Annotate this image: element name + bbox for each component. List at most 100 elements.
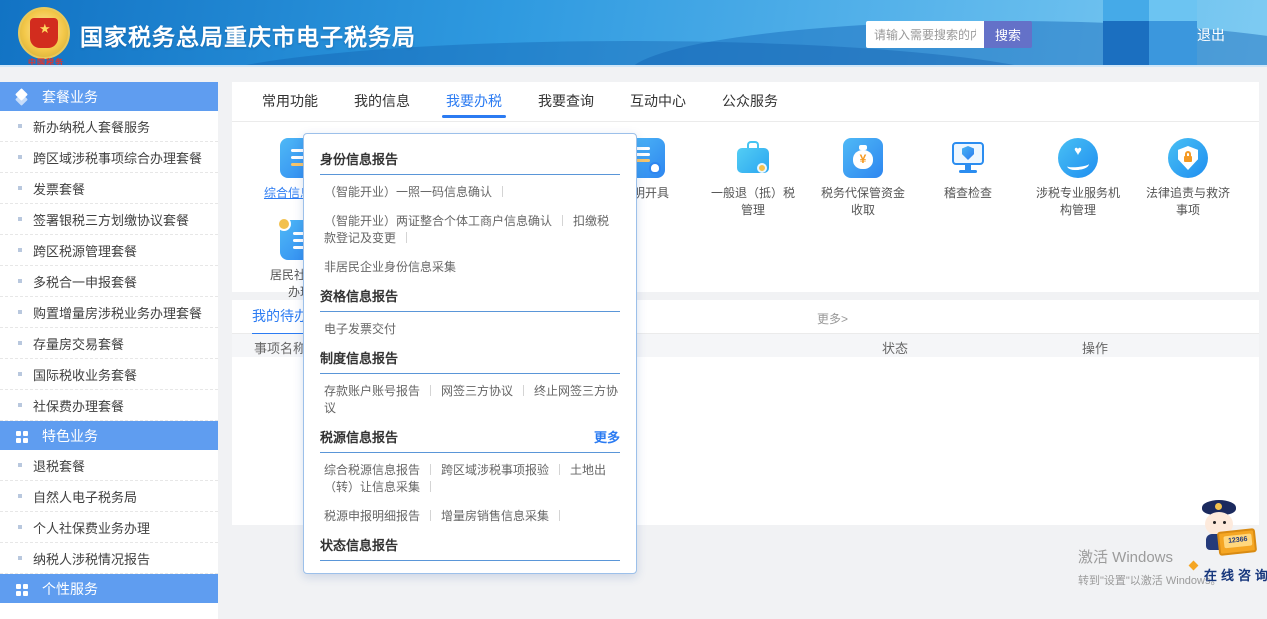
dropdown-item[interactable]: 电子发票交付 — [324, 322, 396, 336]
bullet-icon — [18, 279, 22, 283]
divider — [430, 510, 431, 521]
bullet-icon — [18, 124, 22, 128]
sidebar-item[interactable]: 国际税收业务套餐 — [0, 359, 218, 390]
grid-item-label: 一般退（抵）税 管理 — [698, 185, 808, 219]
bullet-icon — [18, 463, 22, 467]
grid-item-legal-liability-relief[interactable]: 法律追责与救济 事项 — [1133, 138, 1243, 219]
divider — [502, 186, 503, 197]
divider — [430, 464, 431, 475]
dropdown-section-title: 税源信息报告 — [320, 427, 398, 446]
header: ★ 中国税务 国家税务总局重庆市电子税务局 搜索 退出 — [0, 0, 1267, 67]
divider — [559, 464, 560, 475]
sidebar: 套餐业务 新办纳税人套餐服务 跨区域涉税事项综合办理套餐 发票套餐 签署银税三方… — [0, 82, 218, 619]
bullet-icon — [18, 248, 22, 252]
sidebar-item[interactable]: 签署银税三方划缴协议套餐 — [0, 204, 218, 235]
dropdown-item[interactable]: 综合税源信息报告 — [324, 463, 420, 477]
bullet-icon — [18, 341, 22, 345]
dropdown-item[interactable]: 跨区域涉税事项报验 — [441, 463, 549, 477]
grid-item-audit-inspection[interactable]: 稽查检查 — [913, 138, 1023, 202]
grid-item-general-tax-refund[interactable]: 一般退（抵）税 管理 — [698, 138, 808, 219]
comprehensive-info-report-dropdown: 身份信息报告 （智能开业）一照一码信息确认 （智能开业）两证整合个体工商户信息确… — [303, 133, 637, 574]
mascot-laptop: 12366 — [1217, 528, 1257, 556]
sidebar-item-label: 多税合一申报套餐 — [33, 272, 137, 291]
emblem-star-icon: ★ — [39, 22, 51, 35]
sidebar-item[interactable]: 纳税人涉税情况报告 — [0, 543, 218, 574]
sidebar-item[interactable]: 跨区域涉税事项综合办理套餐 — [0, 142, 218, 173]
todo-more-link[interactable]: 更多> — [817, 310, 848, 327]
briefcase-icon — [733, 138, 773, 178]
grid-icon — [14, 582, 30, 596]
main-tab-bar: 常用功能 我的信息 我要办税 我要查询 互动中心 公众服务 — [232, 82, 1259, 122]
bullet-icon — [18, 494, 22, 498]
sidebar-item[interactable]: 存量房交易套餐 — [0, 328, 218, 359]
dropdown-item[interactable]: （智能开业）一照一码信息确认 — [324, 185, 492, 199]
monitor-shield-icon — [948, 138, 988, 178]
mascot-laptop-screen: 12366 — [1223, 533, 1252, 548]
moneybag-icon: ¥ — [843, 138, 883, 178]
column-item-name: 事项名称 — [254, 338, 306, 357]
divider — [406, 232, 407, 243]
sidebar-item-label: 跨区域涉税事项综合办理套餐 — [33, 148, 202, 167]
sidebar-item-label: 国际税收业务套餐 — [33, 365, 137, 384]
sidebar-section-personal-services[interactable]: 个性服务 — [0, 574, 218, 603]
divider — [430, 385, 431, 396]
layers-icon — [14, 90, 30, 104]
dropdown-item[interactable]: （智能开业）两证整合个体工商户信息确认 — [324, 214, 552, 228]
dropdown-section-title: 制度信息报告 — [320, 348, 398, 367]
grid-item-label: 稽查检查 — [913, 185, 1023, 202]
dropdown-item[interactable]: 增量房销售信息采集 — [441, 509, 549, 523]
sidebar-item-label: 社保费办理套餐 — [33, 396, 124, 415]
tax-emblem-logo: ★ — [18, 7, 70, 59]
sidebar-item[interactable]: 社保费办理套餐 — [0, 390, 218, 421]
tab-my-info[interactable]: 我的信息 — [354, 82, 410, 122]
column-status: 状态 — [882, 338, 908, 357]
dropdown-more-link[interactable]: 更多 — [594, 427, 620, 446]
sidebar-section-package-business[interactable]: 套餐业务 — [0, 82, 218, 111]
sidebar-item[interactable]: 自然人电子税务局 — [0, 481, 218, 512]
tab-my-query[interactable]: 我要查询 — [538, 82, 594, 122]
online-consult-label[interactable]: 在线咨询 — [1204, 565, 1267, 584]
logo-caption: 中国税务 — [18, 57, 74, 67]
sidebar-item-label: 跨区税源管理套餐 — [33, 241, 137, 260]
logout-button[interactable]: 退出 — [1197, 25, 1225, 45]
sidebar-item-label: 签署银税三方划缴协议套餐 — [33, 210, 189, 229]
search-button[interactable]: 搜索 — [984, 21, 1032, 48]
sidebar-item-label: 自然人电子税务局 — [33, 487, 137, 506]
grid-item-escrow-funds[interactable]: ¥ 税务代保管资金 收取 — [808, 138, 918, 219]
tab-public-service[interactable]: 公众服务 — [722, 82, 778, 122]
bullet-icon — [18, 403, 22, 407]
grid-item-label: 法律追责与救济 事项 — [1133, 185, 1243, 219]
sidebar-section-label: 特色业务 — [42, 426, 98, 446]
sidebar-item[interactable]: 多税合一申报套餐 — [0, 266, 218, 297]
hand-heart-icon: ♥ — [1058, 138, 1098, 178]
dropdown-section-title: 状态信息报告 — [320, 535, 398, 554]
sidebar-item[interactable]: 跨区税源管理套餐 — [0, 235, 218, 266]
search-input[interactable] — [866, 21, 984, 48]
sidebar-item[interactable]: 发票套餐 — [0, 173, 218, 204]
grid-icon — [14, 429, 30, 443]
sidebar-item-label: 存量房交易套餐 — [33, 334, 124, 353]
dropdown-item[interactable]: 存款账户账号报告 — [324, 384, 420, 398]
dropdown-item[interactable]: 税源申报明细报告 — [324, 509, 420, 523]
sidebar-item-label: 发票套餐 — [33, 179, 85, 198]
column-operation: 操作 — [1082, 338, 1108, 357]
sidebar-item[interactable]: 新办纳税人套餐服务 — [0, 111, 218, 142]
tab-tax-handling[interactable]: 我要办税 — [446, 82, 502, 122]
dropdown-item[interactable]: 非居民企业身份信息采集 — [324, 260, 456, 274]
dropdown-item[interactable]: 网签三方协议 — [441, 384, 513, 398]
grid-item-tax-service-agency[interactable]: ♥ 涉税专业服务机 构管理 — [1023, 138, 1133, 219]
sidebar-item-label: 购置增量房涉税业务办理套餐 — [33, 303, 202, 322]
bullet-icon — [18, 525, 22, 529]
mascot-eye — [1213, 521, 1216, 524]
sidebar-item[interactable]: 购置增量房涉税业务办理套餐 — [0, 297, 218, 328]
sidebar-item[interactable]: 个人社保费业务办理 — [0, 512, 218, 543]
dropdown-section-title: 资格信息报告 — [320, 286, 398, 305]
bullet-icon — [18, 217, 22, 221]
sidebar-item-label: 退税套餐 — [33, 456, 85, 475]
tab-common-functions[interactable]: 常用功能 — [262, 82, 318, 122]
dropdown-section-title: 身份信息报告 — [320, 149, 398, 168]
sidebar-section-special-business[interactable]: 特色业务 — [0, 421, 218, 450]
grid-item-label: 税务代保管资金 收取 — [808, 185, 918, 219]
sidebar-item[interactable]: 退税套餐 — [0, 450, 218, 481]
tab-interaction-center[interactable]: 互动中心 — [630, 82, 686, 122]
